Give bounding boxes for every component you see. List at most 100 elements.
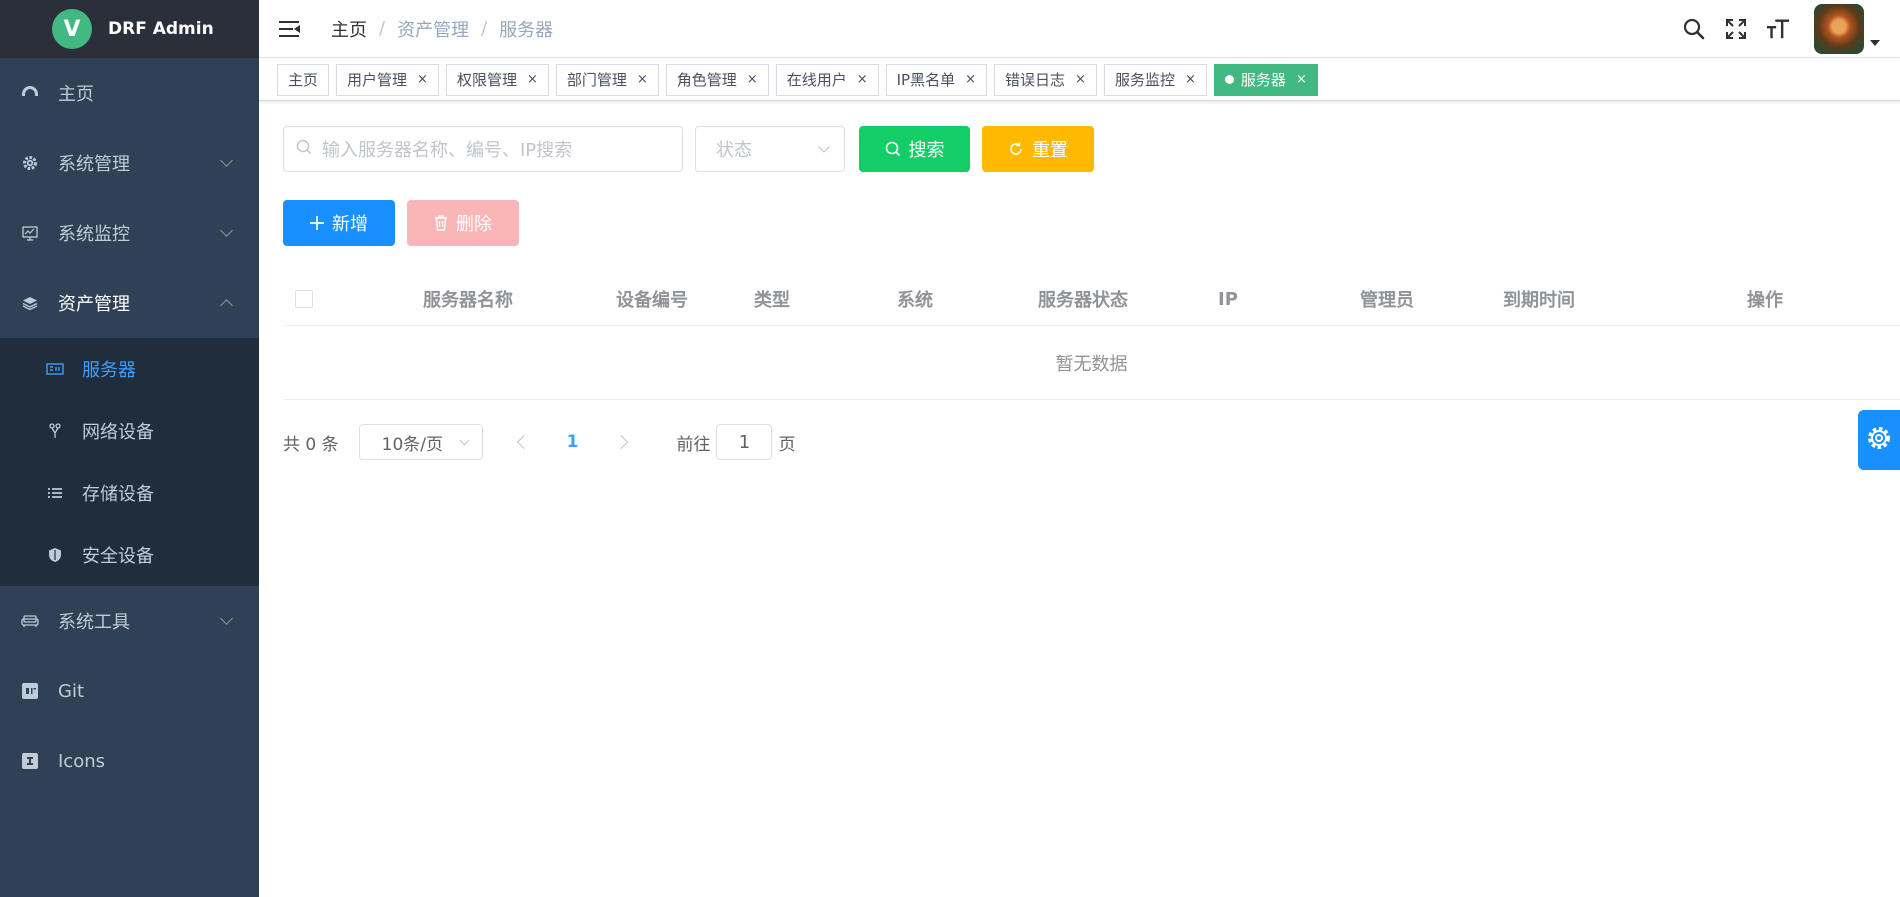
- chevron-down-icon: [459, 435, 470, 446]
- add-button[interactable]: 新增: [283, 200, 395, 246]
- servers-table: 服务器名称 设备编号 类型 系统 服务器状态 IP 管理员 到期时间 操作 暂无…: [283, 272, 1900, 400]
- icons-icon: [20, 751, 40, 771]
- close-icon[interactable]: ×: [417, 72, 428, 87]
- search-icon: [885, 141, 901, 157]
- settings-button[interactable]: [1858, 410, 1900, 470]
- close-icon[interactable]: ×: [1185, 72, 1196, 87]
- hamburger-icon[interactable]: [279, 20, 301, 38]
- tag-label: 服务器: [1240, 71, 1286, 89]
- tag-roles[interactable]: 角色管理 ×: [665, 63, 769, 96]
- reset-button[interactable]: 重置: [982, 126, 1094, 172]
- sidebar-item-git[interactable]: Git: [0, 656, 259, 726]
- tag-label: 主页: [288, 71, 319, 89]
- breadcrumb-assets[interactable]: 资产管理: [397, 16, 469, 42]
- sidebar-item-network[interactable]: 网络设备: [0, 400, 259, 462]
- col-actions: 操作: [1747, 290, 1783, 311]
- search-button-label: 搜索: [908, 140, 945, 161]
- assets-submenu: 服务器 网络设备 存储设备 安全设备: [0, 338, 259, 586]
- chevron-up-icon: [220, 299, 233, 312]
- prev-page-icon[interactable]: [516, 434, 531, 450]
- col-ip[interactable]: IP: [1218, 272, 1238, 326]
- sidebar: V DRF Admin 主页 系统管理 系统监控 资产管理 服务器 网络设备 存…: [0, 0, 259, 897]
- logo[interactable]: V DRF Admin: [0, 0, 259, 58]
- tag-label: 角色管理: [676, 71, 737, 89]
- tag-users[interactable]: 用户管理 ×: [336, 63, 439, 96]
- gear-icon: [1865, 424, 1893, 456]
- sidebar-item-label: Git: [58, 680, 85, 702]
- sidebar-item-label: 存储设备: [82, 484, 154, 505]
- sidebar-item-servers[interactable]: 服务器: [0, 338, 259, 400]
- close-icon[interactable]: ×: [857, 72, 868, 87]
- sidebar-item-tools[interactable]: 系统工具: [0, 586, 259, 656]
- avatar[interactable]: [1814, 4, 1864, 54]
- sidebar-item-icons[interactable]: Icons: [0, 726, 259, 796]
- goto-page-input[interactable]: 1: [716, 424, 773, 460]
- dashboard-icon: [20, 83, 40, 103]
- sidebar-item-label: 主页: [58, 84, 94, 105]
- search-icon: [296, 139, 312, 160]
- chevron-down-icon: [818, 141, 830, 153]
- server-icon: [46, 360, 64, 378]
- col-server-name[interactable]: 服务器名称: [423, 272, 513, 326]
- fullscreen-icon[interactable]: [1724, 17, 1748, 41]
- tag-permissions[interactable]: 权限管理 ×: [445, 63, 549, 96]
- add-button-label: 新增: [332, 214, 368, 235]
- status-select[interactable]: 状态: [695, 126, 845, 172]
- next-page-icon[interactable]: [614, 434, 629, 450]
- vue-logo-icon: V: [52, 9, 92, 49]
- app-title: DRF Admin: [108, 19, 214, 39]
- reset-button-label: 重置: [1032, 140, 1068, 161]
- col-type[interactable]: 类型: [754, 272, 790, 326]
- sidebar-item-security[interactable]: 安全设备: [0, 524, 259, 586]
- navbar-right: [1664, 0, 1880, 58]
- page-size-select[interactable]: 10条/页: [358, 424, 483, 460]
- search-icon[interactable]: [1682, 17, 1706, 41]
- sidebar-item-home[interactable]: 主页: [0, 58, 259, 128]
- refresh-icon: [1008, 141, 1024, 157]
- col-expire-time[interactable]: 到期时间: [1503, 272, 1575, 326]
- total-count: 共 0 条: [283, 434, 339, 455]
- page-size-value: 10条/页: [381, 434, 443, 455]
- close-icon[interactable]: ×: [637, 72, 648, 87]
- tag-label: 在线用户: [786, 71, 847, 89]
- tag-departments[interactable]: 部门管理 ×: [555, 63, 659, 96]
- close-icon[interactable]: ×: [1075, 72, 1086, 87]
- sidebar-item-system[interactable]: 系统管理: [0, 128, 259, 198]
- breadcrumb-current: 服务器: [499, 19, 554, 41]
- tag-error-log[interactable]: 错误日志 ×: [994, 63, 1097, 96]
- chevron-down-icon: [220, 224, 233, 237]
- tag-ip-blacklist[interactable]: IP黑名单 ×: [885, 63, 988, 96]
- page-number[interactable]: 1: [567, 432, 579, 452]
- close-icon[interactable]: ×: [527, 72, 538, 87]
- delete-button[interactable]: 删除: [407, 200, 519, 246]
- tag-service-monitor[interactable]: 服务监控 ×: [1103, 63, 1207, 96]
- active-dot-icon: [1224, 75, 1234, 84]
- close-icon[interactable]: ×: [747, 72, 758, 87]
- checkbox[interactable]: [295, 290, 313, 308]
- tag-servers[interactable]: 服务器 ×: [1213, 63, 1318, 96]
- col-device-number[interactable]: 设备编号: [616, 272, 688, 326]
- tag-online-users[interactable]: 在线用户 ×: [775, 63, 879, 96]
- shield-icon: [46, 546, 64, 564]
- close-icon[interactable]: ×: [1296, 72, 1307, 87]
- breadcrumb-separator: /: [379, 18, 386, 39]
- col-system[interactable]: 系统: [897, 272, 933, 326]
- col-server-status[interactable]: 服务器状态: [1038, 272, 1128, 326]
- close-icon[interactable]: ×: [965, 72, 976, 87]
- col-admin[interactable]: 管理员: [1360, 272, 1414, 326]
- search-button[interactable]: 搜索: [859, 126, 970, 172]
- sidebar-item-label: 系统管理: [58, 154, 130, 175]
- text-size-icon[interactable]: [1766, 17, 1790, 41]
- tag-label: 用户管理: [347, 71, 408, 89]
- gear-icon: [20, 153, 40, 173]
- tag-home[interactable]: 主页: [277, 63, 330, 96]
- select-all-checkbox[interactable]: [295, 272, 313, 326]
- sidebar-item-storage[interactable]: 存储设备: [0, 462, 259, 524]
- monitor-icon: [20, 223, 40, 243]
- search-input[interactable]: 输入服务器名称、编号、IP搜索: [283, 126, 683, 172]
- sidebar-item-assets[interactable]: 资产管理: [0, 268, 259, 338]
- tag-label: 部门管理: [566, 71, 627, 89]
- sidebar-item-monitor[interactable]: 系统监控: [0, 198, 259, 268]
- caret-down-icon[interactable]: [1870, 40, 1880, 46]
- breadcrumb-home[interactable]: 主页: [331, 16, 367, 42]
